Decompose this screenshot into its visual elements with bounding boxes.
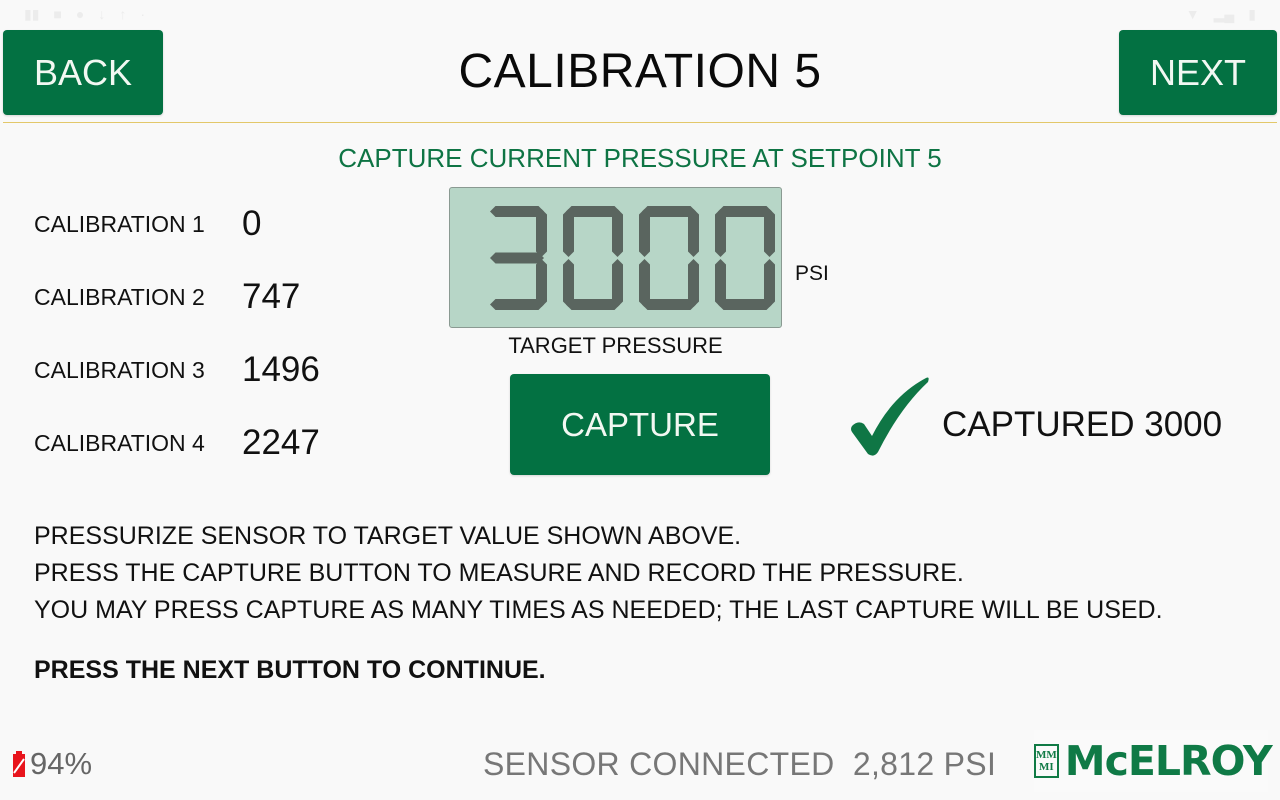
calibration-row: CALIBRATION 2 747 (34, 277, 300, 317)
target-pressure-display (449, 187, 782, 328)
lcd-segment (718, 299, 772, 310)
signal-icon: ▮▮ (24, 5, 40, 22)
calibration-row: CALIBRATION 1 0 (34, 204, 261, 244)
upload-icon: ↑ (119, 6, 127, 22)
calibration-row: CALIBRATION 3 1496 (34, 350, 320, 390)
calibration-value: 2247 (242, 423, 320, 462)
lcd-segment (764, 259, 775, 307)
logo-mark-icon: MM MI (1034, 744, 1059, 778)
lcd-segment (764, 209, 775, 257)
lcd-segment (563, 209, 574, 257)
download-icon: ↓ (98, 6, 106, 22)
lcd-segment (639, 259, 650, 307)
lcd-segment (688, 259, 699, 307)
lcd-segment (490, 206, 544, 217)
battery-low-icon (13, 751, 25, 777)
logo-text: McELROY (1064, 737, 1273, 785)
battery-indicator: 94% (12, 746, 92, 782)
lcd-segment (642, 206, 696, 217)
lcd-segment (536, 209, 547, 257)
back-button[interactable]: BACK (3, 30, 163, 115)
lcd-segment (639, 209, 650, 257)
dot-icon: · (140, 6, 146, 22)
logo-mark-top: MM (1036, 749, 1057, 761)
lcd-segment (715, 209, 726, 257)
lcd-segment (612, 259, 623, 307)
signal-bars-icon: ▂▄ (1213, 5, 1235, 22)
lcd-segment (642, 299, 696, 310)
lcd-segment (612, 209, 623, 257)
chat-icon: ● (75, 6, 85, 22)
message-icon: ■ (53, 6, 62, 22)
check-icon (851, 377, 929, 456)
instruction-line: YOU MAY PRESS CAPTURE AS MANY TIMES AS N… (34, 596, 1163, 624)
sensor-status: SENSOR CONNECTED 2,812 PSI (483, 746, 997, 782)
lcd-segment (688, 209, 699, 257)
pressure-unit: PSI (795, 262, 829, 285)
lcd-segment (715, 259, 726, 307)
status-bar-right: ▼ ▂▄ ▮ (1186, 6, 1256, 23)
continue-instruction: PRESS THE NEXT BUTTON TO CONTINUE. (34, 656, 546, 684)
calibration-screen: ▮▮ ■ ● ↓ ↑ · ▼ ▂▄ ▮ BACK CALIBRATION 5 N… (0, 0, 1280, 800)
battery-percent: 94% (30, 746, 93, 781)
lcd-segment (536, 259, 547, 307)
calibration-label: CALIBRATION 3 (34, 356, 205, 383)
wifi-icon: ▼ (1185, 6, 1200, 22)
header-divider (3, 122, 1277, 123)
calibration-label: CALIBRATION 4 (34, 429, 205, 456)
capture-button[interactable]: CAPTURE (510, 374, 770, 475)
battery-icon: ▮ (1248, 5, 1256, 22)
lcd-segment (566, 206, 620, 217)
lcd-segment (718, 206, 772, 217)
target-pressure-label: TARGET PRESSURE (508, 333, 723, 358)
next-button[interactable]: NEXT (1119, 30, 1277, 115)
lcd-segment (490, 299, 544, 310)
lcd-segment (490, 252, 544, 264)
lcd-segment (563, 259, 574, 307)
page-title: CALIBRATION 5 (458, 45, 822, 98)
logo-mark-bottom: MI (1039, 761, 1054, 773)
calibration-value: 747 (242, 277, 301, 316)
seven-segment-digits (490, 206, 775, 310)
calibration-label: CALIBRATION 1 (34, 210, 205, 237)
status-bar: ▮▮ ■ ● ↓ ↑ · ▼ ▂▄ ▮ (0, 0, 1280, 28)
setpoint-subtitle: CAPTURE CURRENT PRESSURE AT SETPOINT 5 (338, 143, 942, 173)
captured-status: CAPTURED 3000 (942, 405, 1223, 444)
status-bar-left: ▮▮ ■ ● ↓ ↑ · (24, 6, 145, 23)
calibration-value: 0 (242, 204, 262, 243)
mcelroy-logo: MM MI McELROY (1034, 730, 1273, 792)
calibration-row: CALIBRATION 4 2247 (34, 423, 320, 463)
lcd-segment (566, 299, 620, 310)
instructions: PRESSURIZE SENSOR TO TARGET VALUE SHOWN … (34, 518, 1163, 629)
calibration-label: CALIBRATION 2 (34, 283, 205, 310)
calibration-value: 1496 (242, 350, 320, 389)
instruction-line: PRESS THE CAPTURE BUTTON TO MEASURE AND … (34, 559, 964, 587)
instruction-line: PRESSURIZE SENSOR TO TARGET VALUE SHOWN … (34, 522, 742, 550)
